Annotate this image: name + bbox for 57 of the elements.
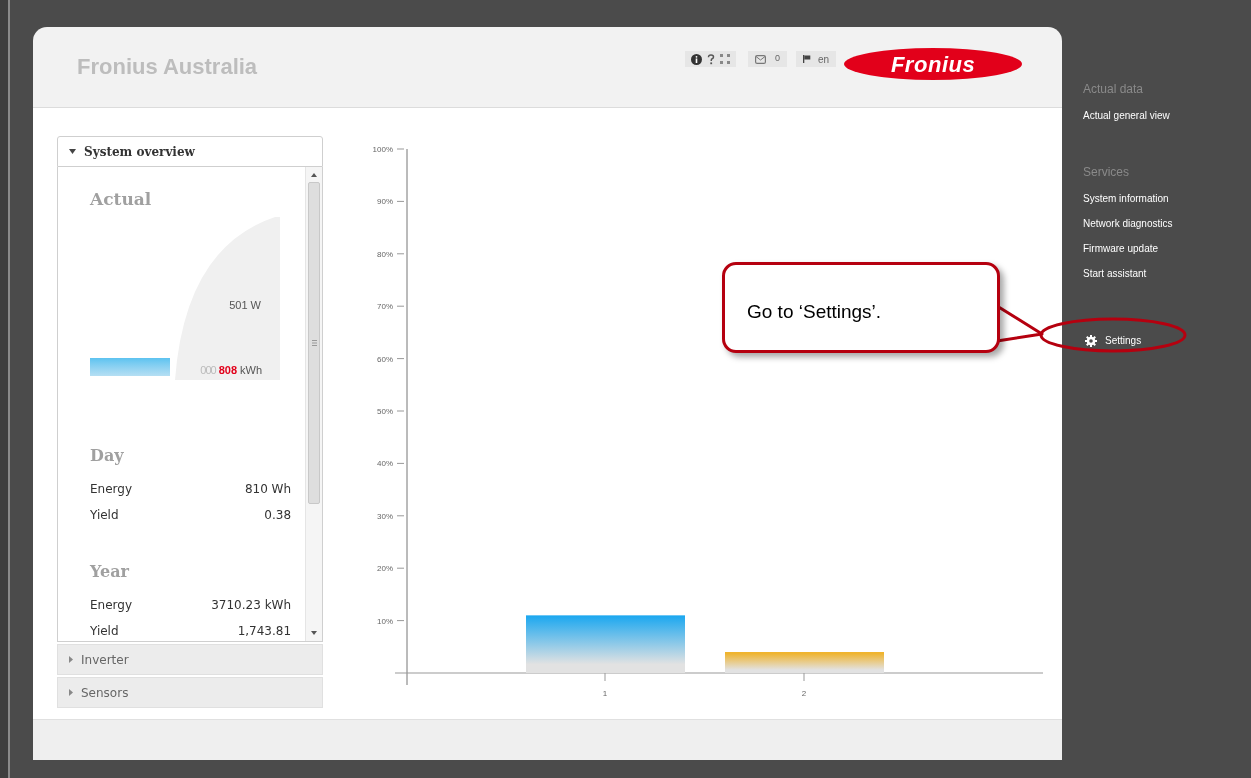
scroll-thumb[interactable] <box>308 182 321 504</box>
accordion-header[interactable]: Sensors <box>57 677 323 708</box>
flag-icon <box>803 55 811 63</box>
scroll-down-icon[interactable] <box>311 631 318 635</box>
fullscreen-icon[interactable] <box>720 54 730 64</box>
nav-item[interactable]: Start assistant <box>1083 266 1173 281</box>
tick-label: 50% <box>377 407 393 416</box>
caret-down-icon <box>69 149 76 154</box>
tick-label: 20% <box>377 564 393 574</box>
language-label: en <box>818 52 830 67</box>
settings-link[interactable]: Settings <box>1085 333 1173 348</box>
field-label: Energy <box>90 480 132 498</box>
nav-heading: Actual data <box>1083 81 1145 98</box>
caret-right-icon <box>69 689 73 696</box>
scroll-up-icon[interactable] <box>311 173 318 177</box>
field-label: Yield <box>90 622 119 640</box>
section-heading: Actual <box>90 188 153 211</box>
counter-highlight: 808 <box>218 362 237 378</box>
nav-item[interactable]: Firmware update <box>1083 241 1173 256</box>
info-icon[interactable] <box>691 53 702 65</box>
category-label: 1 <box>602 689 608 698</box>
message-count: 0 <box>775 52 780 66</box>
field-value: 810 Wh <box>244 480 292 498</box>
language-button[interactable]: en <box>796 51 837 67</box>
field-value: 1,743.81 <box>237 622 292 640</box>
help-icon[interactable] <box>707 53 715 65</box>
tick-label: 90% <box>377 197 393 207</box>
nav-heading: Services <box>1083 164 1130 181</box>
tick-label: 60% <box>377 354 393 364</box>
tick-label: 70% <box>377 302 393 312</box>
accordion-header[interactable]: Inverter <box>57 644 323 675</box>
callout-bubble: Go to ‘Settings’. <box>722 262 1000 353</box>
caret-right-icon <box>69 656 73 663</box>
counter-unit: kWh <box>240 362 262 378</box>
accordion-header[interactable]: System overview <box>57 136 323 167</box>
nav-item[interactable]: System information <box>1083 191 1173 206</box>
nav-item[interactable]: Actual general view <box>1083 108 1173 123</box>
field-label: Yield <box>90 506 119 524</box>
brand-logo: Fronius <box>844 48 1023 80</box>
section-heading: Year <box>90 560 130 583</box>
field-value: 3710.23 kWh <box>211 596 292 614</box>
power-reading: 501 W <box>229 297 261 313</box>
grip-icon <box>311 340 317 346</box>
tick-label: 30% <box>377 511 393 521</box>
field-label: Energy <box>90 596 132 614</box>
tick-label: 10% <box>377 616 393 626</box>
scrollbar[interactable] <box>305 167 322 641</box>
field-value: 0.38 <box>264 506 292 524</box>
envelope-icon <box>755 54 766 64</box>
tick-label: 40% <box>377 459 393 469</box>
tick-label: 100% <box>372 145 393 154</box>
section-heading: Day <box>90 444 125 467</box>
nav-item[interactable]: Network diagnostics <box>1083 216 1173 231</box>
category-label: 2 <box>801 689 807 698</box>
messages-button[interactable]: 0 <box>748 51 787 67</box>
gear-icon <box>1085 334 1097 347</box>
tick-label: 80% <box>377 249 393 259</box>
